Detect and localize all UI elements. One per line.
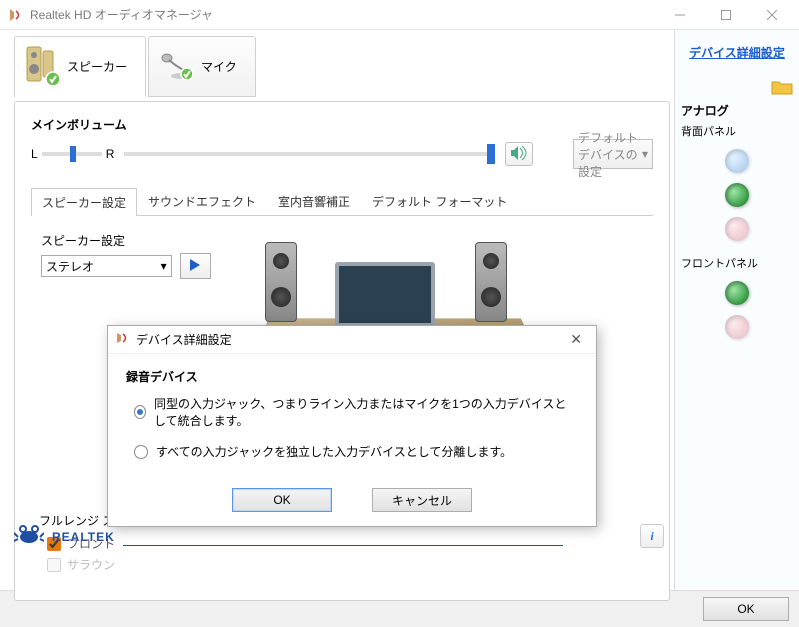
jack-rear-green[interactable]	[725, 183, 749, 207]
rear-panel-label: 背面パネル	[681, 123, 793, 139]
balance-slider[interactable]: L R	[31, 147, 114, 161]
radio-icon	[134, 445, 148, 459]
analog-label: アナログ	[681, 102, 793, 119]
brand-label: REALTEK	[52, 530, 115, 544]
subtab-speaker-config[interactable]: スピーカー設定	[31, 188, 137, 216]
speaker-config-value: ステレオ	[46, 258, 94, 275]
chevron-down-icon: ▾	[642, 147, 648, 161]
dialog-title: デバイス詳細設定	[136, 331, 232, 348]
dialog-cancel-button[interactable]: キャンセル	[372, 488, 472, 512]
fullrange-surround-checkbox[interactable]: サラウン	[47, 556, 115, 573]
test-play-button[interactable]	[180, 253, 211, 279]
subtab-room-correction[interactable]: 室内音響補正	[267, 187, 361, 215]
tab-mic-label: マイク	[201, 58, 237, 75]
radio-icon	[134, 405, 146, 419]
tab-speaker[interactable]: スピーカー	[14, 36, 146, 97]
main-volume-label: メインボリューム	[31, 116, 653, 133]
tab-mic[interactable]: マイク	[148, 36, 256, 97]
stage-speaker-right[interactable]	[475, 242, 507, 322]
jack-front-green[interactable]	[725, 281, 749, 305]
radio-merge-inputs[interactable]: 同型の入力ジャック、つまりライン入力またはマイクを1つの入力デバイスとして統合し…	[134, 395, 578, 429]
close-button[interactable]	[749, 0, 795, 30]
front-panel-label: フロントパネル	[681, 255, 793, 271]
fullrange-surround-label: サラウン	[67, 556, 115, 573]
tab-speaker-label: スピーカー	[67, 58, 127, 75]
main-ok-button[interactable]: OK	[703, 597, 789, 621]
title-bar: Realtek HD オーディオマネージャ	[0, 0, 799, 30]
dialog-close-button[interactable]: ✕	[564, 331, 588, 348]
balance-r-label: R	[106, 147, 115, 161]
brand-footer: REALTEK	[14, 523, 563, 550]
right-sidebar: デバイス詳細設定 アナログ 背面パネル フロントパネル	[674, 30, 799, 590]
radio-merge-label: 同型の入力ジャック、つまりライン入力またはマイクを1つの入力デバイスとして統合し…	[154, 395, 578, 429]
info-button[interactable]: i	[640, 524, 664, 548]
advanced-settings-dialog: デバイス詳細設定 ✕ 録音デバイス 同型の入力ジャック、つまりライン入力またはマ…	[107, 325, 597, 527]
balance-l-label: L	[31, 147, 38, 161]
window-title: Realtek HD オーディオマネージャ	[30, 6, 657, 23]
default-device-button[interactable]: デフォルトデバイスの設定 ▾	[573, 139, 653, 169]
app-icon	[8, 7, 24, 23]
radio-separate-label: すべての入力ジャックを独立した入力デバイスとして分離します。	[156, 443, 512, 460]
folder-icon[interactable]	[771, 79, 793, 98]
sub-tabs: スピーカー設定 サウンドエフェクト 室内音響補正 デフォルト フォーマット	[31, 187, 653, 216]
jack-rear-blue[interactable]	[725, 149, 749, 173]
minimize-button[interactable]	[657, 0, 703, 30]
chevron-down-icon: ▾	[161, 259, 167, 273]
default-device-label: デフォルトデバイスの設定	[578, 129, 642, 180]
speaker-config-label: スピーカー設定	[41, 232, 211, 249]
radio-separate-inputs[interactable]: すべての入力ジャックを独立した入力デバイスとして分離します。	[134, 443, 578, 460]
dialog-app-icon	[116, 331, 130, 348]
subtab-sound-effects[interactable]: サウンドエフェクト	[137, 187, 267, 215]
advanced-settings-link[interactable]: デバイス詳細設定	[681, 44, 793, 61]
play-icon	[188, 258, 202, 275]
mic-icon	[159, 50, 193, 83]
device-tabs: スピーカー マイク	[14, 36, 670, 97]
speaker-icon	[25, 45, 59, 88]
dialog-ok-button[interactable]: OK	[232, 488, 332, 512]
speaker-config-select[interactable]: ステレオ ▾	[41, 255, 172, 277]
mute-button[interactable]	[505, 142, 533, 166]
stage-speaker-left[interactable]	[265, 242, 297, 322]
recording-device-section-title: 録音デバイス	[126, 368, 578, 385]
maximize-button[interactable]	[703, 0, 749, 30]
stage-monitor	[335, 262, 435, 327]
sound-icon	[510, 145, 528, 164]
volume-slider[interactable]	[124, 152, 495, 156]
subtab-default-format[interactable]: デフォルト フォーマット	[361, 187, 518, 215]
jack-rear-pink[interactable]	[725, 217, 749, 241]
jack-front-pink[interactable]	[725, 315, 749, 339]
realtek-crab-icon	[14, 523, 44, 550]
